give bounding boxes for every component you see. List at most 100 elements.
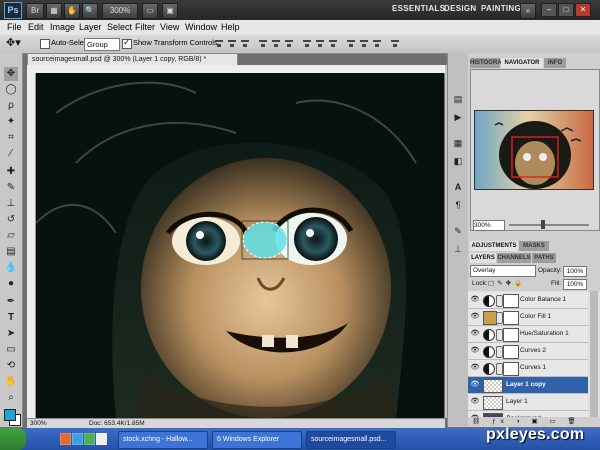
visibility-eye-icon[interactable]: 👁	[470, 296, 480, 304]
tab-layers[interactable]: LAYERS	[470, 253, 496, 263]
tab-navigator[interactable]: NAVIGATOR	[501, 58, 543, 68]
minimize-icon[interactable]: –	[541, 3, 557, 17]
layer-row[interactable]: 👁 Curves 2	[468, 343, 588, 360]
tab-masks[interactable]: MASKS	[519, 241, 549, 251]
arrange-icon[interactable]: ▭	[142, 3, 158, 19]
menu-file[interactable]: File	[7, 21, 22, 34]
visibility-eye-icon[interactable]: 👁	[470, 398, 480, 406]
layer-mask-thumbnail[interactable]	[503, 345, 519, 359]
visibility-eye-icon[interactable]: 👁	[470, 330, 480, 338]
hand-icon[interactable]: ✋	[64, 3, 80, 19]
navigator-zoom-slider[interactable]	[509, 224, 589, 226]
layer-row[interactable]: 👁 Color Fill 1	[468, 309, 588, 326]
paragraph-panel-icon[interactable]: ¶	[452, 199, 464, 211]
layer-row[interactable]: 👁 Hue/Saturation 1	[468, 326, 588, 343]
marquee-tool-icon[interactable]: ◯	[4, 83, 18, 97]
move-tool-icon[interactable]: ✥	[4, 67, 18, 81]
quicklaunch-icon[interactable]	[72, 433, 83, 445]
visibility-eye-icon[interactable]: 👁	[470, 364, 480, 372]
align-vcenter-icon[interactable]	[227, 38, 237, 49]
foreground-color-swatch[interactable]	[4, 409, 16, 421]
visibility-eye-icon[interactable]: 👁	[470, 381, 480, 389]
clone-source-panel-icon[interactable]: ⊥	[452, 243, 464, 255]
3d-rotate-tool-icon[interactable]: ⟲	[4, 359, 18, 373]
quicklaunch-icon[interactable]	[96, 433, 107, 445]
layer-row-selected[interactable]: 👁 Layer 1 copy	[468, 377, 588, 394]
tab-info[interactable]: INFO	[544, 58, 566, 68]
styles-panel-icon[interactable]: ◧	[452, 155, 464, 167]
workspace-essentials[interactable]: ESSENTIALS	[392, 4, 445, 13]
layer-footer-icons[interactable]: ⛓ ƒx ◑ ▣ ▭ 🗑	[472, 417, 581, 425]
menu-layer[interactable]: Layer	[79, 21, 102, 34]
align-top-icon[interactable]	[214, 38, 224, 49]
navigator-zoom-field[interactable]: 300%	[473, 220, 505, 231]
layer-mask-thumbnail[interactable]	[503, 311, 519, 325]
tab-paths[interactable]: PATHS	[532, 253, 556, 263]
menu-window[interactable]: Window	[185, 21, 217, 34]
menu-select[interactable]: Select	[107, 21, 132, 34]
quick-select-tool-icon[interactable]: ✦	[4, 115, 18, 129]
align-left-icon[interactable]	[258, 38, 268, 49]
taskbar-item-photoshop[interactable]: sourceimagesmall.psd...	[306, 431, 396, 449]
gradient-tool-icon[interactable]: ▤	[4, 245, 18, 259]
lasso-tool-icon[interactable]: ρ	[4, 99, 18, 113]
tab-adjustments[interactable]: ADJUSTMENTS	[470, 241, 518, 251]
zoom-level-select[interactable]: 300%	[102, 3, 138, 19]
auto-select-checkbox[interactable]	[40, 39, 50, 49]
path-select-tool-icon[interactable]: ➤	[4, 327, 18, 341]
layer-row[interactable]: 👁 Layer 1	[468, 394, 588, 411]
move-tool-preset-icon[interactable]: ✥▾	[6, 36, 21, 49]
fill-field[interactable]: 100%	[563, 279, 587, 290]
distribute-top-icon[interactable]	[302, 38, 312, 49]
brush-tool-icon[interactable]: ✎	[4, 181, 18, 195]
auto-align-icon[interactable]	[390, 38, 400, 49]
screen-mode-icon[interactable]: ▣	[162, 3, 178, 19]
grid-icon[interactable]: ▦	[46, 3, 62, 19]
layer-row[interactable]: 👁 Color Balance 1	[468, 292, 588, 309]
auto-select-dropdown[interactable]: Group	[84, 38, 120, 51]
distribute-left-icon[interactable]	[346, 38, 356, 49]
blend-mode-select[interactable]: Overlay	[470, 265, 536, 277]
tab-histogram[interactable]: HISTOGRAM	[470, 58, 507, 68]
character-panel-icon[interactable]: A	[452, 181, 464, 193]
layer-row[interactable]: 👁 Curves 1	[468, 360, 588, 377]
menu-edit[interactable]: Edit	[28, 21, 44, 34]
navigator-slider-handle[interactable]	[541, 220, 545, 229]
eyedropper-tool-icon[interactable]: ⁄	[4, 147, 18, 161]
navigator-preview[interactable]	[474, 110, 594, 190]
workspace-design[interactable]: DESIGN	[444, 4, 476, 13]
opacity-field[interactable]: 100%	[563, 266, 587, 277]
layers-scrollbar[interactable]	[590, 291, 598, 417]
dodge-tool-icon[interactable]: ●	[4, 277, 18, 291]
distribute-right-icon[interactable]	[372, 38, 382, 49]
type-tool-icon[interactable]: T	[4, 311, 18, 325]
bridge-icon[interactable]: Br	[26, 3, 44, 19]
pen-tool-icon[interactable]: ✒	[4, 295, 18, 309]
start-button[interactable]	[0, 428, 26, 450]
hand-tool-icon[interactable]: ✋	[4, 375, 18, 389]
visibility-eye-icon[interactable]: 👁	[470, 347, 480, 355]
crop-tool-icon[interactable]: ⌗	[4, 131, 18, 145]
menu-view[interactable]: View	[160, 21, 179, 34]
show-transform-checkbox[interactable]: ✓	[122, 37, 132, 49]
history-brush-tool-icon[interactable]: ↺	[4, 213, 18, 227]
distribute-hcenter-icon[interactable]	[359, 38, 369, 49]
visibility-eye-icon[interactable]: 👁	[470, 313, 480, 321]
zoom-tool-icon[interactable]: ⌕	[4, 391, 18, 405]
tab-channels[interactable]: CHANNELS	[497, 253, 531, 263]
brushes-panel-icon[interactable]: ✎	[452, 225, 464, 237]
document-canvas[interactable]	[36, 73, 444, 418]
zoom-icon[interactable]: 🔍	[82, 3, 98, 19]
close-icon[interactable]: ✕	[575, 3, 591, 17]
menu-image[interactable]: Image	[50, 21, 75, 34]
more-workspaces-button[interactable]: »	[520, 3, 536, 19]
maximize-icon[interactable]: □	[558, 3, 574, 17]
quicklaunch-icon[interactable]	[84, 433, 95, 445]
menu-filter[interactable]: Filter	[135, 21, 155, 34]
clone-stamp-tool-icon[interactable]: ⊥	[4, 197, 18, 211]
actions-panel-icon[interactable]: ▶	[452, 111, 464, 123]
taskbar-item-browser[interactable]: stock.xchng - Hallow...	[118, 431, 208, 449]
distribute-vcenter-icon[interactable]	[315, 38, 325, 49]
taskbar-item-explorer[interactable]: 6 Windows Explorer	[212, 431, 302, 449]
lock-icons[interactable]: ▢✎✥🔒	[488, 279, 525, 287]
